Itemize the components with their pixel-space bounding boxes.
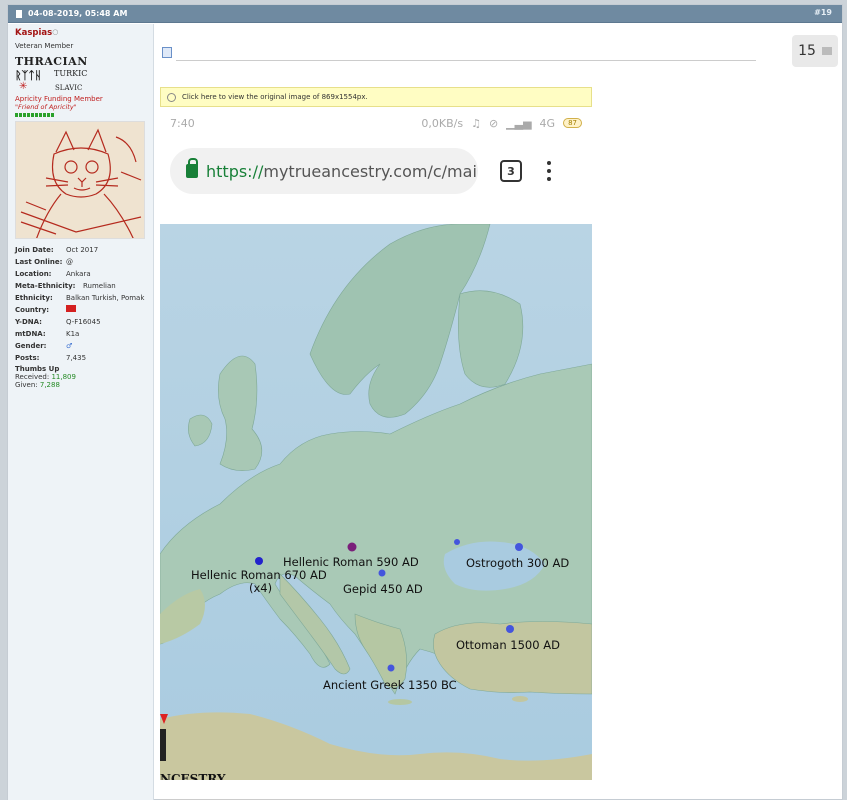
phone-time: 7:40 xyxy=(170,116,195,130)
post-content: 15 Click here to view the original image… xyxy=(160,28,842,800)
male-icon: ♂ xyxy=(66,342,73,350)
cat-sketch-avatar-image xyxy=(16,122,144,238)
view-original-notice[interactable]: Click here to view the original image of… xyxy=(160,87,592,107)
network-speed: 0,0KB/s xyxy=(421,116,464,130)
friend-title: "Friend of Apricity" xyxy=(15,103,77,111)
funding-member: Apricity Funding Member xyxy=(15,95,103,103)
counter-value: 15 xyxy=(798,43,816,59)
browser-toolbar: https://mytrueancestry.com/c/mai 3 xyxy=(160,138,592,204)
map-label-x4: (x4) xyxy=(249,581,273,595)
lock-icon xyxy=(186,158,198,178)
map-label-gepid: Gepid 450 AD xyxy=(343,582,423,596)
sun-symbol-icon: ✳ xyxy=(19,81,28,92)
signal-icon: ▁▃▅ xyxy=(506,116,532,130)
network-type: 4G xyxy=(539,116,556,130)
map-label-hellenic-590: Hellenic Roman 590 AD xyxy=(283,555,419,569)
banner-thracian: THRACIAN xyxy=(15,55,88,68)
banner-turkic: TURKIC xyxy=(54,69,88,78)
magnifier-icon xyxy=(167,92,176,102)
user-title: Veteran Member xyxy=(15,42,74,50)
user-banner: THRACIAN ᚱᛉᛏᚺ TURKIC ✳ SLAVIC xyxy=(15,53,146,95)
post-counter[interactable]: 15 xyxy=(792,35,838,67)
username-link[interactable]: Kaspias xyxy=(15,28,52,38)
menu-kebab-icon[interactable] xyxy=(547,161,551,181)
divider xyxy=(176,60,756,61)
post-date: 04-08-2019, 05:48 AM xyxy=(28,9,128,18)
mytrueancestry-logo-text: NCESTRY xyxy=(160,772,226,780)
reputation-bar xyxy=(15,113,146,117)
post-number-link[interactable]: #19 xyxy=(814,8,832,17)
view-original-text: Click here to view the original image of… xyxy=(182,93,368,101)
user-stats: Join Date: Oct 2017 Last Online: @ Locatio… xyxy=(15,246,145,389)
document-icon xyxy=(162,47,172,58)
address-bar[interactable]: https://mytrueancestry.com/c/mai xyxy=(170,148,478,194)
battery-level: 87 xyxy=(563,118,582,128)
map-label-ottoman: Ottoman 1500 AD xyxy=(456,638,560,652)
banner-slavic: SLAVIC xyxy=(55,84,83,92)
envelope-icon xyxy=(821,47,832,55)
map-label-ancient-greek: Ancient Greek 1350 BC xyxy=(323,678,457,692)
map-label-hellenic-670: Hellenic Roman 670 AD xyxy=(191,568,327,582)
phone-status-bar: 7:40 0,0KB/s ♫ ⊘ ▁▃▅ 4G 87 xyxy=(160,108,592,138)
offline-dot-icon: ○ xyxy=(52,28,59,36)
tab-count-button[interactable]: 3 xyxy=(500,160,522,182)
avatar[interactable] xyxy=(15,121,145,239)
attached-screenshot[interactable]: 7:40 0,0KB/s ♫ ⊘ ▁▃▅ 4G 87 https://mytru… xyxy=(160,108,592,780)
headphones-icon: ♫ xyxy=(471,116,481,130)
post-header: 04-08-2019, 05:48 AM #19 xyxy=(8,5,842,23)
user-info-panel: Kaspias ○ Veteran Member THRACIAN ᚱᛉᛏᚺ T… xyxy=(8,24,154,800)
map-label-ostrogoth: Ostrogoth 300 AD xyxy=(466,556,570,570)
relief-map-image xyxy=(160,223,592,780)
mute-icon: ⊘ xyxy=(488,116,499,130)
europe-map: Hellenic Roman 590 AD Hellenic Roman 670… xyxy=(160,223,592,780)
post-icon xyxy=(16,9,22,18)
turkey-flag-icon xyxy=(66,305,76,312)
thumbs-title: Thumbs Up xyxy=(15,365,60,373)
forum-post: 04-08-2019, 05:48 AM #19 Kaspias ○ Veter… xyxy=(7,4,843,800)
